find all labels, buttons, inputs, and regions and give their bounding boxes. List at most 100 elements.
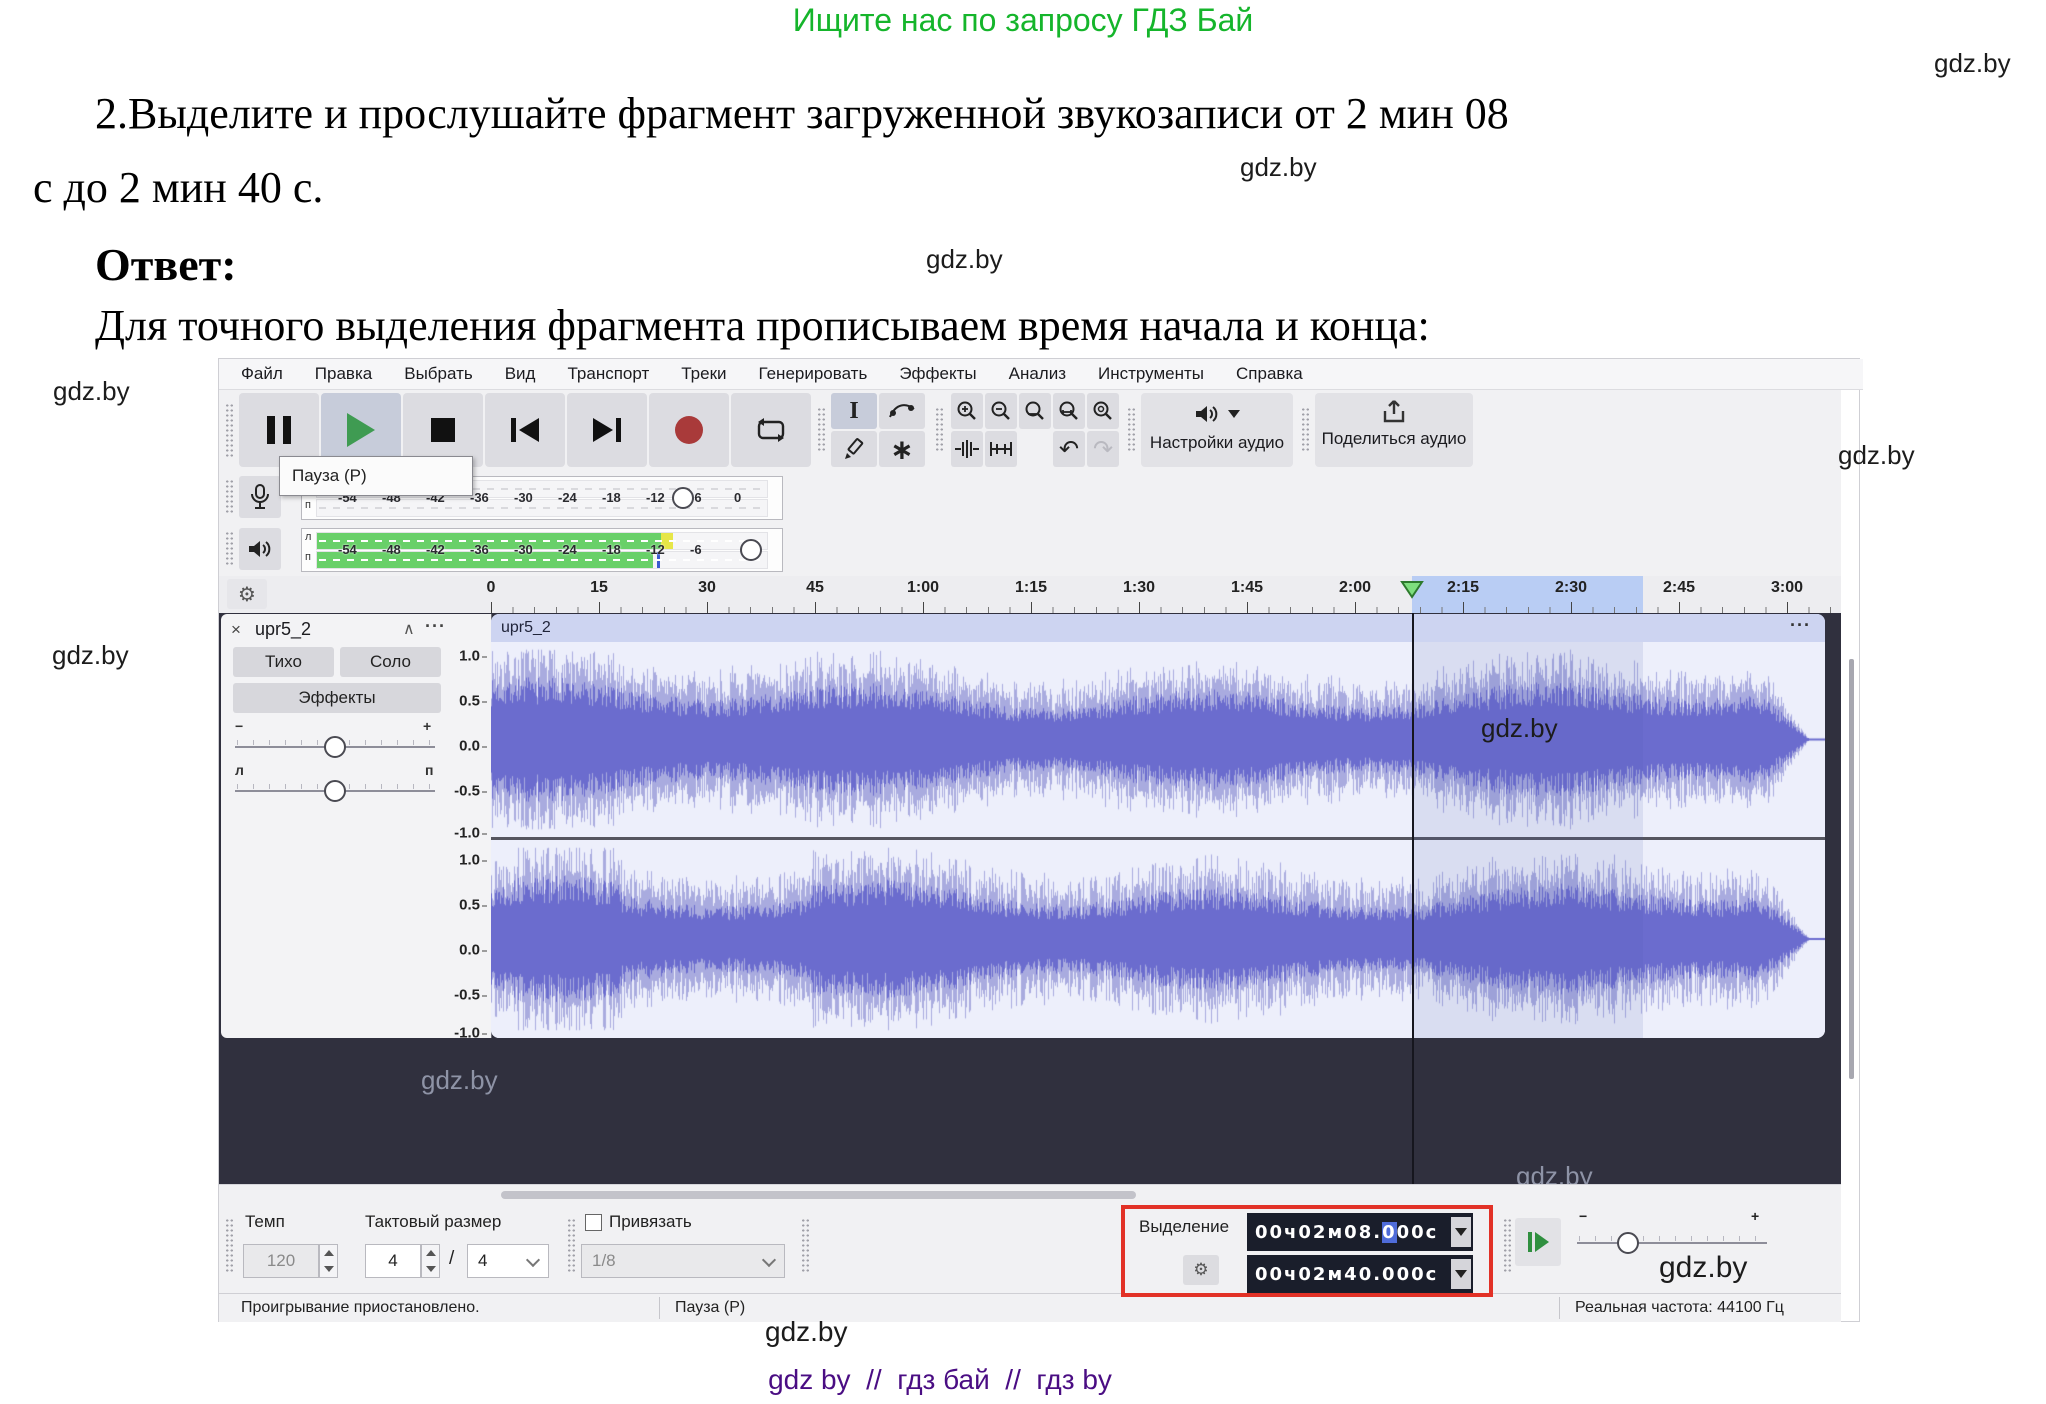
playback-volume-knob[interactable] (740, 539, 762, 561)
trim-audio-button[interactable] (951, 431, 983, 467)
play-meter-right-label: п (305, 551, 311, 563)
vertical-scale[interactable]: 1.0 0.5 0.0 -0.5 -1.0 1.0 0.5 0.0 -0.5 -… (447, 614, 492, 1038)
audio-clip[interactable]: upr5_2 ··· (491, 614, 1825, 1038)
record-button[interactable] (649, 393, 729, 467)
rec-meter-grip[interactable] (225, 479, 234, 515)
edit-grip[interactable] (935, 407, 944, 453)
skip-to-start-button[interactable] (485, 393, 565, 467)
silence-audio-icon (989, 439, 1013, 459)
selection-options-button[interactable]: ⚙ (1183, 1255, 1219, 1285)
timesig-spinner[interactable] (421, 1244, 440, 1278)
timesig-numerator-input[interactable]: 4 (365, 1244, 421, 1278)
playhead-triangle-icon[interactable] (1400, 580, 1424, 599)
playback-meter-button[interactable] (239, 528, 281, 570)
menu-edit[interactable]: Правка (315, 364, 372, 384)
watermark: gdz.by (1659, 1251, 1747, 1285)
zoom-project-button[interactable] (1053, 393, 1085, 429)
snap-select[interactable]: 1/8 (581, 1244, 785, 1278)
snap-grip[interactable] (567, 1218, 576, 1274)
tempo-input[interactable]: 120 (243, 1244, 319, 1278)
menu-select[interactable]: Выбрать (404, 364, 472, 384)
menu-help[interactable]: Справка (1236, 364, 1303, 384)
menu-generate[interactable]: Генерировать (759, 364, 868, 384)
snap-checkbox[interactable] (585, 1214, 602, 1231)
zoom-selection-button[interactable] (1019, 393, 1051, 429)
menu-tools[interactable]: Инструменты (1098, 364, 1204, 384)
pan-right-label: п (425, 762, 433, 778)
track-name[interactable]: upr5_2 (255, 619, 311, 640)
timeline-ruler[interactable]: 0 15 30 45 1:00 1:15 1:30 1:45 2:00 2:15… (219, 576, 1841, 615)
menu-view[interactable]: Вид (505, 364, 536, 384)
menu-tracks[interactable]: Треки (681, 364, 726, 384)
mute-button[interactable]: Тихо (233, 647, 334, 677)
share-grip[interactable] (1301, 407, 1310, 453)
selection-end-dropdown[interactable] (1451, 1259, 1471, 1289)
watermark: gdz.by (1838, 440, 1915, 471)
skip-to-end-button[interactable] (567, 393, 647, 467)
status-divider (1559, 1297, 1560, 1319)
gain-plus-label: + (423, 718, 431, 734)
time-grip[interactable] (801, 1218, 810, 1274)
effects-button[interactable]: Эффекты (233, 683, 441, 713)
selection-tool-button[interactable]: I (831, 393, 877, 429)
share-audio-button[interactable]: Поделиться аудио (1315, 393, 1473, 467)
selection-start-dropdown[interactable] (1451, 1217, 1471, 1247)
recording-volume-knob[interactable] (672, 487, 694, 509)
play-meter-left-label: л (305, 531, 311, 543)
undo-button[interactable]: ↶ (1053, 431, 1085, 467)
tracks-area: × upr5_2 ∧ ··· Тихо Соло Эффекты − + л п (219, 613, 1841, 1184)
menu-transport[interactable]: Транспорт (567, 364, 649, 384)
record-meter-button[interactable] (239, 476, 281, 518)
tempo-spinner[interactable] (319, 1244, 338, 1278)
speaker-meter-icon (247, 538, 273, 560)
tools-grip[interactable] (817, 407, 826, 453)
zoom-out-button[interactable] (985, 393, 1017, 429)
draw-tool-button[interactable] (831, 431, 877, 467)
loop-button[interactable] (731, 393, 811, 467)
menu-analyze[interactable]: Анализ (1009, 364, 1066, 384)
clip-header[interactable]: upr5_2 ··· (491, 614, 1825, 642)
play-at-speed-button[interactable] (1515, 1218, 1561, 1266)
redo-button[interactable]: ↷ (1087, 431, 1119, 467)
track-close-icon[interactable]: × (231, 620, 241, 640)
dropdown-arrow-icon (1455, 1270, 1467, 1278)
playspeed-grip[interactable] (1503, 1218, 1512, 1274)
zoom-toggle-button[interactable] (1087, 393, 1119, 429)
vertical-scrollbar[interactable] (1849, 659, 1854, 1079)
zoom-selection-icon (1024, 400, 1046, 422)
silence-audio-button[interactable] (985, 431, 1017, 467)
skip-end-icon (593, 418, 621, 442)
timesig-denominator-select[interactable]: 4 (467, 1244, 549, 1278)
tempo-grip[interactable] (225, 1218, 234, 1274)
dropdown-arrow-icon (1455, 1228, 1467, 1236)
playback-speed-slider[interactable] (1577, 1242, 1767, 1244)
play-at-speed-icon (1528, 1232, 1549, 1252)
envelope-icon (888, 400, 916, 422)
zoom-in-button[interactable] (951, 393, 983, 429)
selection-start-field[interactable]: 00ч02м08.000с (1247, 1213, 1473, 1251)
selection-end-field[interactable]: 00ч02м40.000с (1247, 1255, 1473, 1293)
speed-slider-knob[interactable] (1617, 1232, 1639, 1254)
toolbar-grip[interactable] (225, 403, 234, 457)
envelope-tool-button[interactable] (879, 393, 925, 429)
audio-settings-button[interactable]: Настройки аудио (1141, 393, 1293, 467)
pan-slider-knob[interactable] (324, 780, 346, 802)
clip-menu-icon[interactable]: ··· (1790, 614, 1811, 639)
record-icon (675, 416, 703, 444)
audio-setup-grip[interactable] (1127, 407, 1136, 453)
audacity-content: Файл Правка Выбрать Вид Транспорт Треки … (219, 359, 1841, 1321)
gain-slider-knob[interactable] (324, 736, 346, 758)
horizontal-scrollbar-thumb[interactable] (501, 1191, 1136, 1199)
gain-minus-label: − (235, 718, 243, 734)
solo-button[interactable]: Соло (340, 647, 441, 677)
menu-file[interactable]: Файл (241, 364, 283, 384)
playback-meter[interactable]: л п -54 -48 -42 -36 -30 -24 -18 -12 -6 (301, 528, 783, 572)
menu-effects[interactable]: Эффекты (899, 364, 976, 384)
track-menu-icon[interactable]: ··· (425, 616, 446, 637)
horizontal-scrollbar[interactable] (219, 1184, 1841, 1205)
timeline-options-button[interactable]: ⚙ (227, 579, 267, 609)
play-meter-grip[interactable] (225, 531, 234, 567)
multi-tool-button[interactable]: ∗ (879, 431, 925, 467)
track-collapse-icon[interactable]: ∧ (403, 619, 415, 639)
watermark: gdz.by (1934, 48, 2011, 79)
